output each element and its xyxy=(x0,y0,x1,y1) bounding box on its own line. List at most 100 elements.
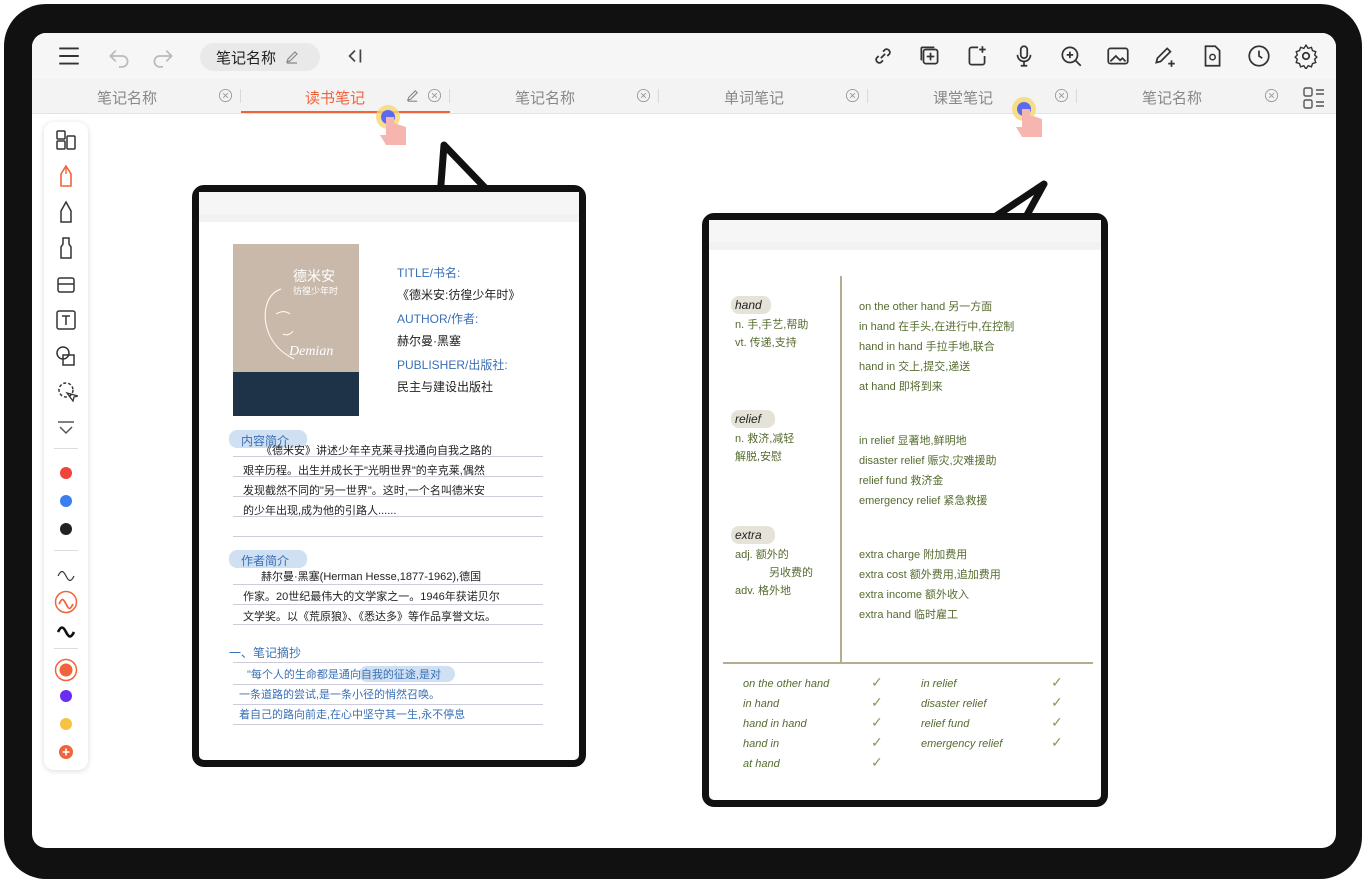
collapse-icon[interactable] xyxy=(54,416,78,440)
tab-label: 单词笔记 xyxy=(723,90,784,107)
word-meaning: n. 手,手艺,帮助 xyxy=(735,319,809,331)
phrase: in hand 在手头,在进行中,在控制 xyxy=(859,321,1015,333)
settings-icon[interactable] xyxy=(1291,41,1321,71)
insert-page-icon[interactable] xyxy=(962,41,992,71)
medium-stroke-icon[interactable] xyxy=(54,590,78,614)
close-tab-icon[interactable] xyxy=(427,88,442,103)
check-icon: ✓ xyxy=(871,674,883,690)
word-note-preview: hand n. 手,手艺,帮助 vt. 传递,支持 on the other h… xyxy=(702,213,1108,807)
redo-icon[interactable] xyxy=(148,41,178,71)
collapse-panel-icon[interactable] xyxy=(340,41,370,71)
phrase: extra income 额外收入 xyxy=(859,589,970,601)
marker-icon[interactable] xyxy=(54,236,78,260)
phrase: extra hand 临时雇工 xyxy=(859,609,959,621)
shape-icon[interactable] xyxy=(54,344,78,368)
tab-1[interactable]: 读书笔记 xyxy=(241,79,450,113)
text-icon[interactable] xyxy=(54,308,78,332)
word-meaning: adj. 额外的 xyxy=(735,549,789,561)
phrase: emergency relief 紧急救援 xyxy=(859,495,988,507)
tab-grid-icon[interactable] xyxy=(1302,86,1326,110)
add-color-icon[interactable] xyxy=(58,744,74,760)
microphone-icon[interactable] xyxy=(1009,41,1039,71)
mini-tabs xyxy=(709,242,1101,250)
ruled-line xyxy=(233,604,543,605)
close-tab-icon[interactable] xyxy=(636,88,651,103)
summary-line: 的少年出现,成为他的引路人...... xyxy=(243,505,397,517)
menu-icon[interactable] xyxy=(54,41,84,71)
color-blue[interactable] xyxy=(60,495,72,507)
phrase: extra cost 额外费用,追加费用 xyxy=(859,569,1001,581)
check-icon: ✓ xyxy=(1051,734,1063,750)
thin-stroke-icon[interactable] xyxy=(54,562,78,586)
word-title: relief xyxy=(735,412,762,426)
check-icon: ✓ xyxy=(1051,694,1063,710)
note-name-label: 笔记名称 xyxy=(216,49,277,67)
note-name-chip[interactable]: 笔记名称 xyxy=(200,43,320,71)
pages-icon[interactable] xyxy=(54,128,78,152)
lasso-icon[interactable] xyxy=(54,380,78,404)
phrase: in relief 显著地,鲜明地 xyxy=(859,435,967,447)
excerpt-line: 着自己的路向前走,在心中坚守其一生,永不停息 xyxy=(239,709,466,721)
review-phrase: at hand xyxy=(743,758,780,770)
excerpt-line: 一条道路的尝试,是一条小径的悄然召唤。 xyxy=(239,689,441,701)
tab-label: 笔记名称 xyxy=(96,90,157,107)
word-meaning: vt. 传递,支持 xyxy=(735,337,797,349)
thick-stroke-icon[interactable] xyxy=(54,618,78,642)
author-line: 赫尔曼·黑塞(Herman Hesse,1877-1962),德国 xyxy=(261,571,482,583)
undo-icon[interactable] xyxy=(104,41,134,71)
excerpt-heading: 一、笔记摘抄 xyxy=(229,646,302,660)
title-label: TITLE/书名: xyxy=(397,266,461,280)
edit-tab-icon[interactable] xyxy=(405,88,420,103)
word-meaning: adv. 格外地 xyxy=(735,585,792,597)
author-label: AUTHOR/作者: xyxy=(397,312,479,326)
pen-add-icon[interactable] xyxy=(1150,41,1180,71)
close-tab-icon[interactable] xyxy=(1054,88,1069,103)
publisher-value: 民主与建设出版社 xyxy=(397,380,494,394)
color-yellow[interactable] xyxy=(60,718,72,730)
review-phrase: relief fund xyxy=(921,718,970,730)
palette-divider xyxy=(54,448,78,449)
author-value: 赫尔曼·黑塞 xyxy=(397,334,461,348)
mini-toolbar xyxy=(709,220,1101,243)
book-cover: 德米安 彷徨少年时 Demian xyxy=(233,244,359,416)
ruled-line xyxy=(233,536,543,537)
ruled-line xyxy=(233,624,543,625)
add-page-icon[interactable] xyxy=(915,41,945,71)
reading-note-preview: 德米安 彷徨少年时 Demian TITLE/书名: 《德米安:彷徨少年时》 A… xyxy=(192,185,586,767)
check-icon: ✓ xyxy=(1051,714,1063,730)
eraser-icon[interactable] xyxy=(54,272,78,296)
review-phrase: on the other hand xyxy=(743,678,830,690)
close-tab-icon[interactable] xyxy=(845,88,860,103)
color-purple[interactable] xyxy=(60,690,72,702)
image-icon[interactable] xyxy=(1103,41,1133,71)
ruled-line xyxy=(233,704,543,705)
word-title: extra xyxy=(735,528,762,542)
zoom-in-icon[interactable] xyxy=(1056,41,1086,71)
ruled-line xyxy=(233,724,543,725)
tab-3[interactable]: 单词笔记 xyxy=(659,79,868,113)
summary-line: 发现截然不同的"另一世界"。这时,一个名叫德米安 xyxy=(243,485,485,497)
phrase: relief fund 救济金 xyxy=(859,475,944,487)
tab-2[interactable]: 笔记名称 xyxy=(450,79,659,113)
preview-icon[interactable] xyxy=(1197,41,1227,71)
color-orange-selected[interactable] xyxy=(54,658,78,682)
link-icon[interactable] xyxy=(868,41,898,71)
color-black[interactable] xyxy=(60,523,72,535)
tab-5[interactable]: 笔记名称 xyxy=(1077,79,1287,113)
review-phrase: emergency relief xyxy=(921,738,1003,750)
clock-icon[interactable] xyxy=(1244,41,1274,71)
fountain-pen-icon[interactable] xyxy=(54,164,78,188)
word-meaning: 解脱,安慰 xyxy=(735,451,783,463)
palette-divider xyxy=(54,648,78,649)
tab-0[interactable]: 笔记名称 xyxy=(32,79,241,113)
tap-hand-icon xyxy=(1012,97,1042,137)
tool-palette xyxy=(44,122,88,770)
color-red[interactable] xyxy=(60,467,72,479)
author-line: 作家。20世纪最伟大的文学家之一。1946年获诺贝尔 xyxy=(243,591,500,603)
pen-icon[interactable] xyxy=(54,200,78,224)
check-icon: ✓ xyxy=(1051,674,1063,690)
close-tab-icon[interactable] xyxy=(1264,88,1279,103)
app-screen: 笔记名称 笔记名称 读书笔记 笔记名称 单词笔记 课堂笔记 笔记名称 德米安 彷… xyxy=(32,33,1336,848)
mini-tabs xyxy=(199,214,579,222)
rename-pen-icon[interactable] xyxy=(284,49,300,65)
